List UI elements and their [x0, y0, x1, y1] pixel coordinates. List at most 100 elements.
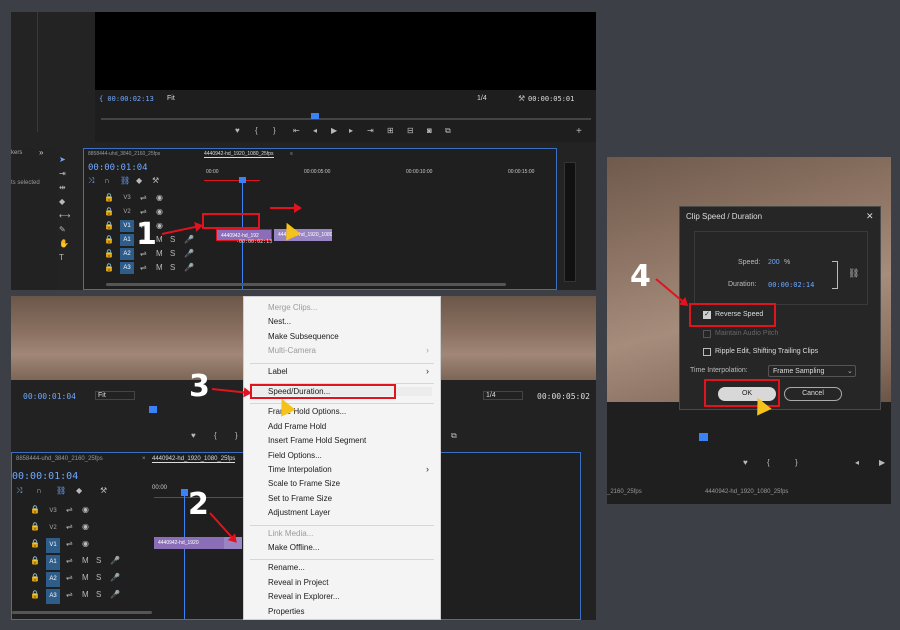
track-label[interactable]: A3: [120, 262, 134, 274]
lock-icon[interactable]: 🔒: [104, 208, 114, 216]
mark-out-icon[interactable]: }: [273, 127, 276, 135]
mute-icon[interactable]: M: [82, 557, 89, 565]
sync-icon[interactable]: ⇌: [66, 540, 73, 548]
menu-item[interactable]: Field Options...: [268, 451, 322, 460]
snap-icon[interactable]: ∩: [104, 177, 110, 185]
interpolation-dropdown[interactable]: Frame Sampling ⌄: [768, 365, 856, 377]
track-select-icon[interactable]: ⇥: [59, 170, 66, 178]
track-label[interactable]: V2: [46, 521, 60, 536]
mic-icon[interactable]: 🎤: [184, 264, 194, 272]
mic-icon[interactable]: 🎤: [184, 250, 194, 258]
sync-icon[interactable]: ⇌: [66, 557, 73, 565]
panel-chevron[interactable]: »: [39, 148, 43, 157]
playhead-marker-2[interactable]: [149, 406, 157, 413]
track-label[interactable]: V1: [120, 220, 134, 232]
settings-wrench-icon[interactable]: ⚒: [152, 177, 159, 185]
playhead-marker[interactable]: [311, 113, 319, 119]
sync-icon[interactable]: ⇌: [66, 523, 73, 531]
camera-icon[interactable]: ◙: [427, 127, 432, 135]
chain-link-icon[interactable]: ⛓: [848, 269, 859, 278]
type-tool-icon[interactable]: T: [59, 254, 64, 262]
track-label[interactable]: V3: [120, 192, 134, 204]
playhead-line-2[interactable]: [184, 489, 185, 619]
pen-tool-icon[interactable]: ✎: [59, 226, 66, 234]
menu-item[interactable]: Insert Frame Hold Segment: [268, 436, 366, 445]
lift-icon[interactable]: ⊞: [387, 127, 394, 135]
menu-item[interactable]: Adjustment Layer: [268, 508, 330, 517]
lock-icon[interactable]: 🔒: [104, 236, 114, 244]
timeline-tab-active-2[interactable]: 4440942-hd_1920_1080_25fps: [152, 456, 236, 463]
solo-icon[interactable]: S: [96, 591, 101, 599]
quarter-dropdown[interactable]: 1/4: [477, 95, 487, 102]
mute-icon[interactable]: M: [82, 574, 89, 582]
mute-icon[interactable]: M: [156, 264, 163, 272]
menu-item[interactable]: Reveal in Explorer...: [268, 592, 340, 601]
solo-icon[interactable]: S: [96, 574, 101, 582]
hand-tool-icon[interactable]: ✋: [59, 240, 69, 248]
lock-icon[interactable]: 🔒: [104, 250, 114, 258]
solo-icon[interactable]: S: [170, 264, 175, 272]
eye-icon[interactable]: ◉: [82, 506, 89, 514]
play-icon[interactable]: ▶: [331, 127, 337, 135]
cancel-button[interactable]: Cancel: [784, 387, 842, 401]
marker-icon-2[interactable]: ♥: [191, 432, 196, 440]
ripple-edit-checkbox[interactable]: [703, 348, 711, 356]
menu-item[interactable]: Label: [268, 367, 288, 376]
track-label[interactable]: A2: [120, 248, 134, 260]
menu-item[interactable]: Scale to Frame Size: [268, 479, 340, 488]
wrench-icon-2[interactable]: ⚒: [100, 487, 107, 495]
solo-icon[interactable]: S: [170, 236, 175, 244]
menu-item[interactable]: Reveal in Project: [268, 578, 328, 587]
timeline-tab-close-2[interactable]: ×: [142, 456, 146, 462]
linked-icon[interactable]: ⛓: [120, 177, 130, 185]
nest-icon-2[interactable]: ⤨: [16, 487, 22, 495]
solo-icon[interactable]: S: [170, 250, 175, 258]
compare-icon[interactable]: ⧉: [445, 127, 451, 135]
track-label[interactable]: A1: [46, 555, 60, 570]
step-back-icon-3[interactable]: ◂: [855, 459, 859, 467]
track-label[interactable]: V3: [46, 504, 60, 519]
track-label[interactable]: A3: [46, 589, 60, 604]
menu-item[interactable]: Time Interpolation: [268, 465, 332, 474]
mic-icon[interactable]: 🎤: [184, 236, 194, 244]
menu-item[interactable]: Make Offline...: [268, 543, 319, 552]
marker-icon[interactable]: ♥: [235, 127, 240, 135]
sync-icon[interactable]: ⇌: [140, 194, 147, 202]
markers-tab[interactable]: kers: [11, 150, 22, 156]
fit-dropdown[interactable]: Fit: [167, 95, 195, 102]
ripple-edit-icon[interactable]: ⇹: [59, 184, 66, 192]
solo-icon[interactable]: S: [96, 557, 101, 565]
maintain-pitch-checkbox[interactable]: [703, 330, 711, 338]
timeline-scrollbar[interactable]: [106, 283, 506, 286]
step-forward-icon[interactable]: ▸: [349, 127, 353, 135]
lock-icon[interactable]: 🔒: [30, 574, 40, 582]
lock-icon[interactable]: 🔒: [30, 506, 40, 514]
lock-icon[interactable]: 🔒: [30, 540, 40, 548]
compare-icon-2[interactable]: ⧉: [451, 432, 457, 440]
menu-item[interactable]: Rename...: [268, 563, 305, 572]
timeline-tab-active-3[interactable]: 4440942-hd_1920_1080_25fps: [705, 489, 788, 495]
go-to-out-icon[interactable]: ⇥: [367, 127, 374, 135]
track-label[interactable]: V1: [46, 538, 60, 553]
linked-icon-2[interactable]: ⛓: [56, 487, 66, 495]
timeline-tab-inactive[interactable]: 8858444-uhd_3840_2160_25fps: [88, 151, 160, 157]
sync-icon[interactable]: ⇌: [66, 506, 73, 514]
mic-icon[interactable]: 🎤: [110, 574, 120, 582]
step-back-icon[interactable]: ◂: [313, 127, 317, 135]
lock-icon[interactable]: 🔒: [30, 557, 40, 565]
timeline-tab-menu[interactable]: ≡: [290, 151, 293, 157]
razor-tool-icon[interactable]: ◆: [59, 198, 65, 206]
speed-value[interactable]: 200: [768, 259, 780, 266]
lock-icon[interactable]: 🔒: [30, 523, 40, 531]
dialog-close-icon[interactable]: ✕: [866, 211, 874, 222]
quarter-dropdown-2[interactable]: 1/4: [483, 391, 523, 400]
mic-icon[interactable]: 🎤: [110, 557, 120, 565]
mute-icon[interactable]: M: [82, 591, 89, 599]
mark-out-icon-2[interactable]: }: [235, 432, 238, 440]
sync-icon[interactable]: ⇌: [66, 574, 73, 582]
play-icon-3[interactable]: ▶: [879, 459, 885, 467]
eye-icon[interactable]: ◉: [156, 222, 163, 230]
track-label[interactable]: V2: [120, 206, 134, 218]
wrench-icon[interactable]: ⚒: [518, 95, 525, 103]
sync-icon[interactable]: ⇌: [140, 208, 147, 216]
